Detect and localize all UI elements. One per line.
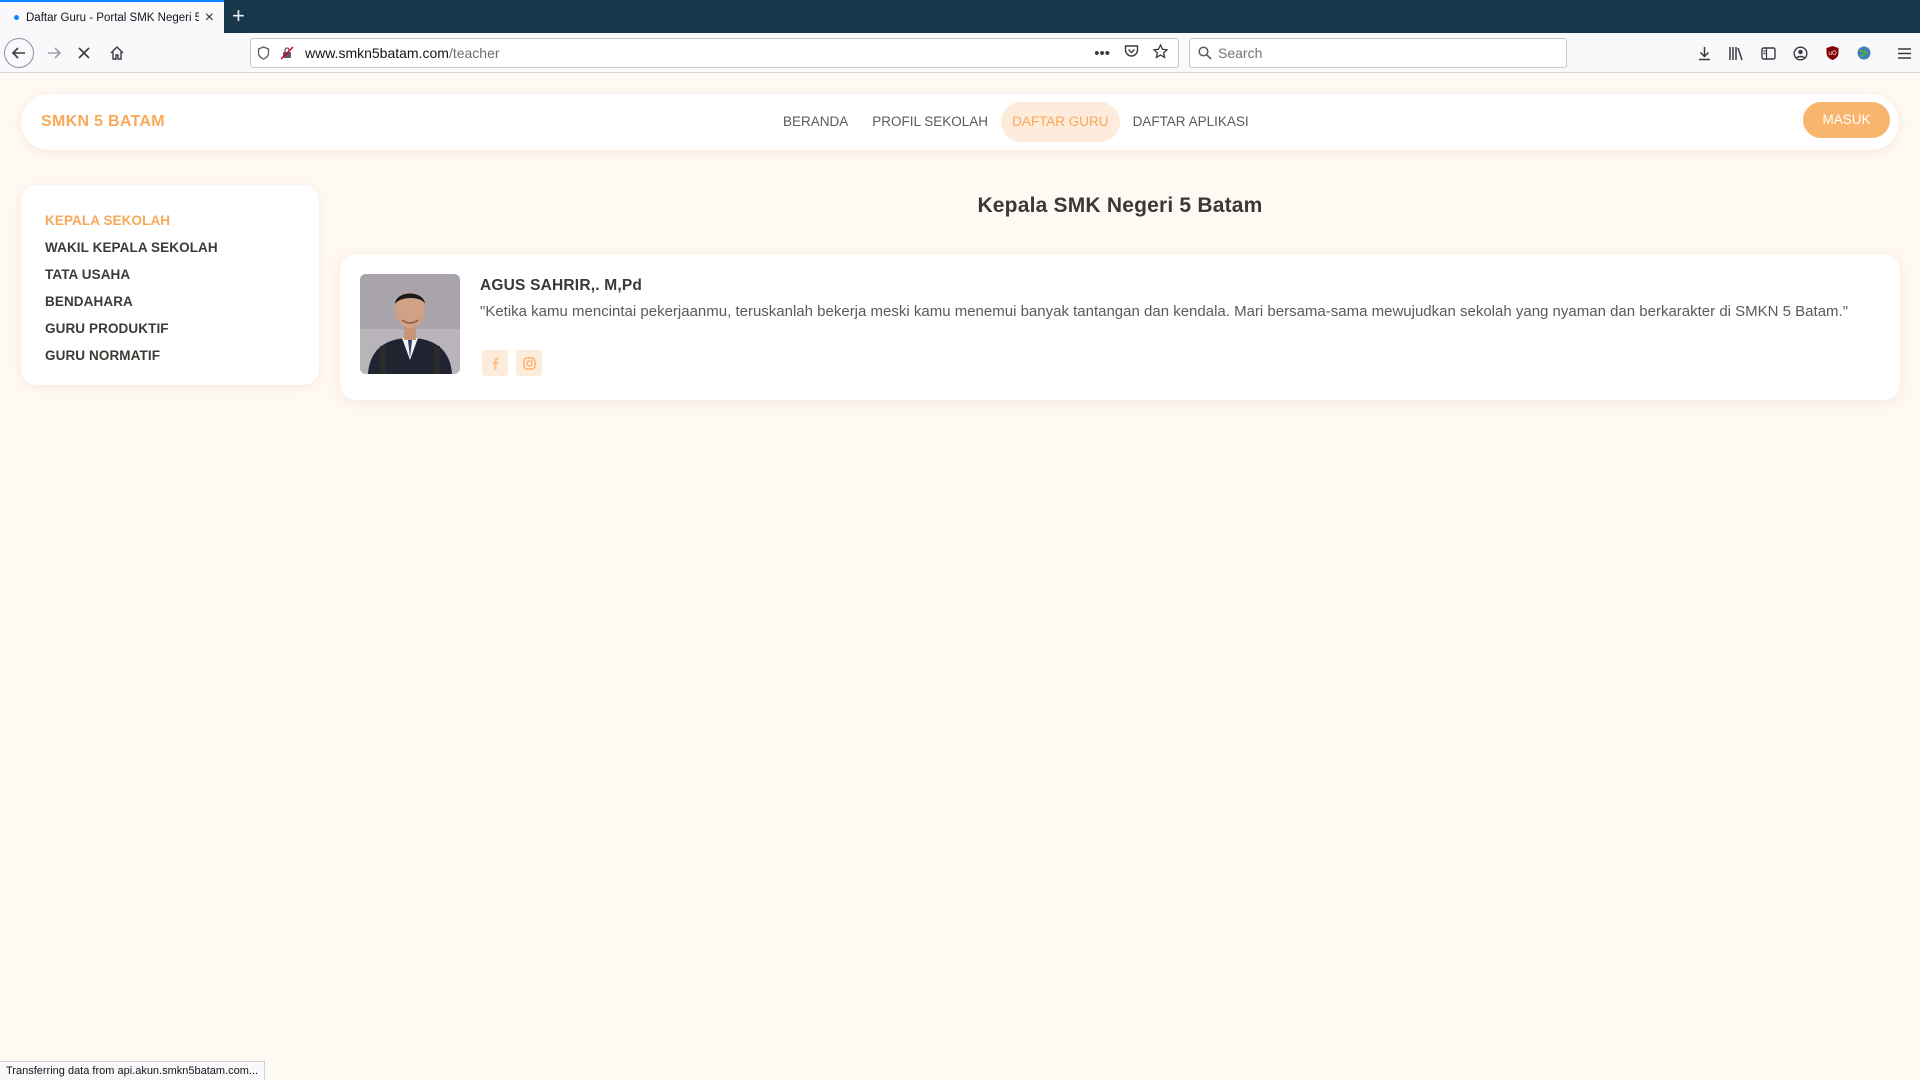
instagram-icon xyxy=(522,356,536,370)
nav-item-daftar-guru[interactable]: DAFTAR GURU xyxy=(1001,102,1120,142)
account-icon[interactable] xyxy=(1784,37,1816,69)
teacher-photo xyxy=(360,274,460,374)
library-icon[interactable] xyxy=(1720,37,1752,69)
forward-arrow-icon xyxy=(48,47,62,59)
nav-item-profil-sekolah[interactable]: PROFIL SEKOLAH xyxy=(861,102,999,142)
teacher-portrait-image xyxy=(360,274,460,374)
search-bar[interactable]: Search xyxy=(1189,38,1567,68)
site-header: SMKN 5 BATAM BERANDA PROFIL SEKOLAH DAFT… xyxy=(21,94,1899,150)
address-bar[interactable]: www.smkn5batam.com/teacher ••• xyxy=(250,38,1179,68)
sidebar-item-bendahara[interactable]: BENDAHARA xyxy=(45,288,319,315)
tracking-shield-icon[interactable] xyxy=(251,46,275,60)
insecure-lock-icon[interactable] xyxy=(275,46,299,60)
url-actions: ••• xyxy=(1094,42,1178,63)
tab-title: Daftar Guru - Portal SMK Negeri 5 Batam xyxy=(26,11,199,24)
teacher-card: AGUS SAHRIR,. M,Pd "Ketika kamu mencinta… xyxy=(340,254,1900,400)
sidebar-item-wakil-kepala-sekolah[interactable]: WAKIL KEPALA SEKOLAH xyxy=(45,234,319,261)
url-text[interactable]: www.smkn5batam.com/teacher xyxy=(305,45,1094,61)
home-button[interactable] xyxy=(101,37,133,69)
url-host: www.smkn5batam.com xyxy=(305,45,449,61)
instagram-link[interactable] xyxy=(516,350,542,376)
forward-button[interactable] xyxy=(38,37,70,69)
facebook-icon xyxy=(492,357,499,370)
tab-loading-indicator-icon xyxy=(14,15,19,20)
web-page: SMKN 5 BATAM BERANDA PROFIL SEKOLAH DAFT… xyxy=(0,74,1920,1060)
search-placeholder: Search xyxy=(1218,45,1263,61)
stop-x-icon xyxy=(78,47,90,59)
browser-tab-strip: Daftar Guru - Portal SMK Negeri 5 Batam … xyxy=(0,0,1920,33)
sidebar-item-guru-normatif[interactable]: GURU NORMATIF xyxy=(45,342,319,369)
bookmark-star-icon[interactable] xyxy=(1152,42,1169,63)
main-nav: BERANDA PROFIL SEKOLAH DAFTAR GURU DAFTA… xyxy=(772,102,1262,142)
downloads-icon[interactable] xyxy=(1688,37,1720,69)
back-button[interactable] xyxy=(4,38,34,68)
nav-item-beranda[interactable]: BERANDA xyxy=(772,102,859,142)
tab-close-icon[interactable]: × xyxy=(205,9,214,26)
back-arrow-icon xyxy=(11,47,25,59)
facebook-link[interactable] xyxy=(482,350,508,376)
browser-navigation-bar: www.smkn5batam.com/teacher ••• Search uO xyxy=(0,33,1920,73)
teacher-quote: "Ketika kamu mencintai pekerjaanmu, teru… xyxy=(480,303,1849,320)
pocket-icon[interactable] xyxy=(1124,44,1139,62)
hamburger-menu-icon[interactable] xyxy=(1888,37,1920,69)
url-path: /teacher xyxy=(448,45,500,61)
ublock-extension-icon[interactable]: uO xyxy=(1816,37,1848,69)
login-button[interactable]: MASUK xyxy=(1803,102,1890,138)
extension-globe-icon[interactable] xyxy=(1848,37,1880,69)
stop-loading-button[interactable] xyxy=(68,37,100,69)
category-sidebar: KEPALA SEKOLAH WAKIL KEPALA SEKOLAH TATA… xyxy=(21,185,319,385)
site-brand[interactable]: SMKN 5 BATAM xyxy=(41,94,165,150)
page-actions-menu-icon[interactable]: ••• xyxy=(1094,45,1110,62)
browser-toolbar-icons: uO xyxy=(1688,37,1920,69)
svg-text:uO: uO xyxy=(1828,50,1837,57)
teacher-social-links xyxy=(482,350,542,376)
sidebar-item-kepala-sekolah[interactable]: KEPALA SEKOLAH xyxy=(45,207,319,234)
browser-tab-active[interactable]: Daftar Guru - Portal SMK Negeri 5 Batam … xyxy=(0,0,224,33)
nav-item-daftar-aplikasi[interactable]: DAFTAR APLIKASI xyxy=(1122,102,1260,142)
sidebar-item-tata-usaha[interactable]: TATA USAHA xyxy=(45,261,319,288)
sidebar-toggle-icon[interactable] xyxy=(1752,37,1784,69)
sidebar-item-guru-produktif[interactable]: GURU PRODUKTIF xyxy=(45,315,319,342)
search-icon xyxy=(1198,46,1212,60)
teacher-name: AGUS SAHRIR,. M,Pd xyxy=(480,277,643,294)
home-icon xyxy=(110,46,124,60)
page-title: Kepala SMK Negeri 5 Batam xyxy=(977,194,1263,217)
new-tab-button[interactable]: + xyxy=(232,3,245,29)
browser-status-bar: Transferring data from api.akun.smkn5bat… xyxy=(0,1061,266,1080)
